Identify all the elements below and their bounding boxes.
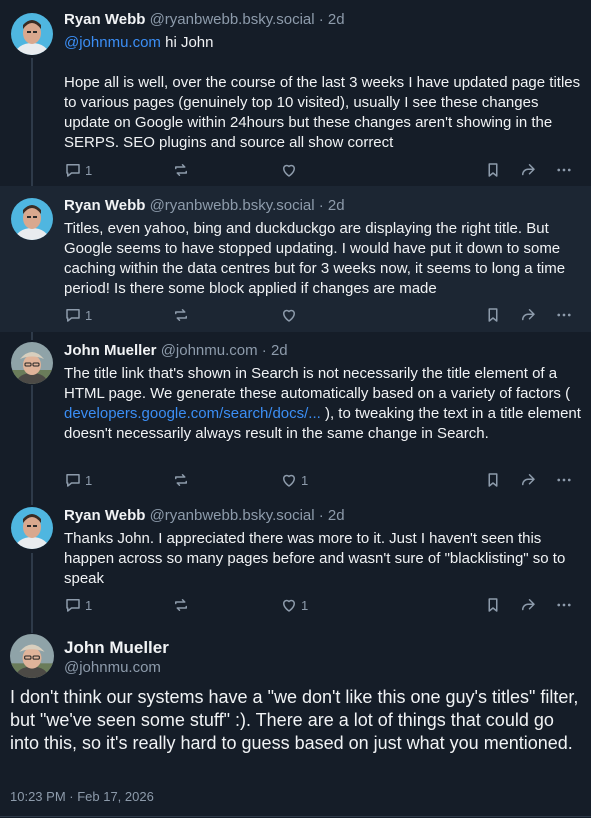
more-dots-icon <box>557 313 571 317</box>
post-header: John Mueller @johnmu.com · 2d <box>64 342 288 359</box>
bookmark-button[interactable] <box>484 161 502 179</box>
post-paragraph: Hope all is well, over the course of the… <box>64 74 581 151</box>
repost-icon <box>175 474 187 486</box>
ryan-avatar-image <box>11 13 53 55</box>
like-button[interactable] <box>280 306 301 324</box>
main-author-handle[interactable]: @johnmu.com <box>64 659 161 676</box>
post-header: Ryan Webb @ryanbwebb.bsky.social · 2d <box>64 197 345 214</box>
reply-button[interactable]: 1 <box>64 306 92 324</box>
avatar[interactable] <box>11 198 53 240</box>
reply-count: 1 <box>85 162 93 178</box>
more-button[interactable] <box>555 161 573 179</box>
more-button[interactable] <box>555 471 573 489</box>
share-icon <box>522 309 535 321</box>
author-name[interactable]: John Mueller <box>64 342 157 359</box>
heart-icon <box>283 474 295 487</box>
reply-button[interactable]: 1 <box>64 161 92 179</box>
reply-count: 1 <box>85 472 93 488</box>
repost-icon <box>175 164 187 176</box>
post-header: Ryan Webb @ryanbwebb.bsky.social · 2d <box>64 11 345 28</box>
like-button[interactable] <box>280 161 301 179</box>
ryan-avatar-image <box>11 198 53 240</box>
bookmark-button[interactable] <box>484 596 502 614</box>
repost-icon <box>175 309 187 321</box>
author-handle-time[interactable]: @johnmu.com · 2d <box>161 342 288 359</box>
share-button[interactable] <box>519 471 537 489</box>
reply-bubble-icon <box>66 164 80 177</box>
repost-button[interactable] <box>172 161 190 179</box>
post-actions: 1 1 <box>64 596 580 618</box>
share-button[interactable] <box>519 596 537 614</box>
reply-bubble-icon <box>66 309 80 322</box>
share-button[interactable] <box>519 306 537 324</box>
avatar[interactable] <box>11 13 53 55</box>
thread-post[interactable]: Ryan Webb @ryanbwebb.bsky.social · 2d @j… <box>0 0 591 186</box>
bookmark-icon <box>488 473 498 487</box>
heart-icon <box>283 309 295 322</box>
avatar[interactable] <box>11 507 53 549</box>
author-name[interactable]: Ryan Webb <box>64 197 145 214</box>
repost-button[interactable] <box>172 471 190 489</box>
share-icon <box>522 474 535 486</box>
docs-link[interactable]: developers.google.com/search/docs/... <box>64 405 321 422</box>
author-handle-time[interactable]: @ryanbwebb.bsky.social · 2d <box>150 11 345 28</box>
like-button[interactable]: 1 <box>280 471 308 489</box>
reply-count: 1 <box>85 307 93 323</box>
bookmark-button[interactable] <box>484 471 502 489</box>
bookmark-icon <box>488 308 498 322</box>
more-button[interactable] <box>555 596 573 614</box>
repost-button[interactable] <box>172 306 190 324</box>
ryan-avatar-image <box>11 507 53 549</box>
author-handle-time[interactable]: @ryanbwebb.bsky.social · 2d <box>150 507 345 524</box>
post-text: Thanks John. I appreciated there was mor… <box>64 530 566 587</box>
share-button[interactable] <box>519 161 537 179</box>
thread-line <box>31 385 33 505</box>
reply-button[interactable]: 1 <box>64 596 92 614</box>
share-icon <box>522 599 535 611</box>
author-name[interactable]: Ryan Webb <box>64 507 145 524</box>
bookmark-icon <box>488 598 498 612</box>
post-text-line: hi John <box>160 34 214 51</box>
like-count: 1 <box>301 597 309 613</box>
avatar[interactable] <box>11 342 53 384</box>
post-text: Titles, even yahoo, bing and duckduckgo … <box>64 220 566 297</box>
more-button[interactable] <box>555 306 573 324</box>
like-count: 1 <box>301 472 309 488</box>
post-actions: 1 1 <box>64 471 580 493</box>
avatar[interactable] <box>10 634 54 678</box>
post-text: The title link that's shown in Search is… <box>64 364 584 444</box>
reply-count: 1 <box>85 597 93 613</box>
author-name[interactable]: Ryan Webb <box>64 11 145 28</box>
reply-bubble-icon <box>66 474 80 487</box>
john-avatar-image <box>10 634 54 678</box>
repost-button[interactable] <box>172 596 190 614</box>
reply-button[interactable]: 1 <box>64 471 92 489</box>
john-avatar-image <box>11 342 53 384</box>
main-author-name[interactable]: John Mueller <box>64 638 169 658</box>
divider <box>0 816 591 817</box>
repost-icon <box>175 599 187 611</box>
more-dots-icon <box>557 168 571 172</box>
mention-link[interactable]: @johnmu.com <box>64 34 161 51</box>
post-text: @johnmu.com hi John Hope all is well, ov… <box>64 33 584 153</box>
more-dots-icon <box>557 603 571 607</box>
post-header: Ryan Webb @ryanbwebb.bsky.social · 2d <box>64 507 345 524</box>
more-dots-icon <box>557 478 571 482</box>
reply-bubble-icon <box>66 599 80 612</box>
post-timestamp[interactable]: 10:23 PM · Feb 17, 2026 <box>10 789 154 804</box>
main-post-text: I don't think our systems have a "we don… <box>10 687 579 753</box>
post-actions: 1 <box>64 306 580 328</box>
thread-line <box>31 553 33 633</box>
post-text-segment: The title link that's shown in Search is… <box>64 365 571 402</box>
bookmark-button[interactable] <box>484 306 502 324</box>
heart-icon <box>283 599 295 612</box>
share-icon <box>522 164 535 176</box>
post-actions: 1 <box>64 161 580 183</box>
bookmark-icon <box>488 163 498 177</box>
heart-icon <box>283 164 295 177</box>
author-handle-time[interactable]: @ryanbwebb.bsky.social · 2d <box>150 197 345 214</box>
like-button[interactable]: 1 <box>280 596 308 614</box>
